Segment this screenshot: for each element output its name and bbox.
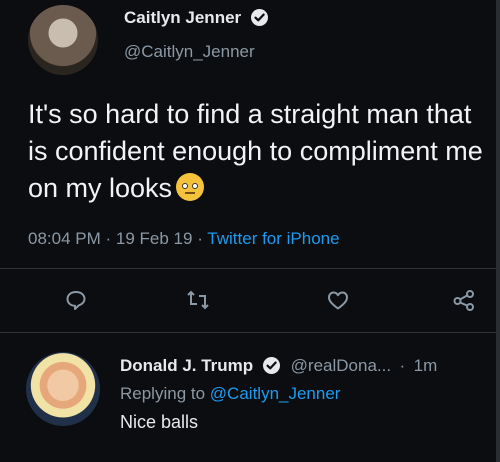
verified-badge-icon — [262, 357, 280, 374]
replying-to-mention-link[interactable]: @Caitlyn_Jenner — [210, 384, 341, 403]
tweet-time: 08:04 PM — [28, 229, 101, 248]
reply-author-name[interactable]: Donald J. Trump — [120, 356, 285, 375]
reply-avatar[interactable] — [26, 352, 100, 426]
share-icon[interactable] — [452, 288, 476, 312]
like-icon[interactable] — [326, 288, 350, 312]
meta-separator: · — [197, 229, 203, 248]
reply-author-name-text[interactable]: Donald J. Trump — [120, 356, 253, 375]
reply-age: 1m — [413, 356, 438, 375]
reply-header: Donald J. Trump @realDona... · 1m — [120, 356, 437, 376]
author-name-text[interactable]: Caitlyn Jenner — [124, 8, 241, 27]
replying-to: Replying to @Caitlyn_Jenner — [120, 384, 340, 404]
author-name[interactable]: Caitlyn Jenner — [124, 8, 268, 28]
retweet-icon[interactable] — [186, 288, 210, 312]
divider — [0, 268, 496, 269]
tweet-text-body: It's so hard to find a straight man that… — [28, 99, 483, 203]
rolling-eyes-emoji-icon — [176, 173, 205, 201]
tweet-actions — [0, 280, 496, 320]
reply-text: Nice balls — [120, 412, 199, 432]
tweet-date: 19 Feb 19 — [115, 229, 193, 248]
reply-author-handle[interactable]: @realDona... — [291, 356, 391, 375]
reply-separator: · — [399, 356, 406, 375]
avatar[interactable] — [28, 5, 98, 75]
author-handle[interactable]: @Caitlyn_Jenner — [124, 42, 255, 62]
meta-separator: · — [105, 229, 112, 248]
divider — [0, 332, 496, 333]
replying-to-label: Replying to — [120, 384, 206, 403]
scrollbar-edge — [496, 0, 500, 462]
tweet-source-link[interactable]: Twitter for iPhone — [207, 229, 339, 248]
tweet-meta: 08:04 PM · 19 Feb 19 · Twitter for iPhon… — [28, 229, 340, 249]
verified-badge-icon — [250, 9, 268, 26]
tweet-text: It's so hard to find a straight man that… — [28, 96, 488, 207]
reply-icon[interactable] — [64, 288, 88, 312]
